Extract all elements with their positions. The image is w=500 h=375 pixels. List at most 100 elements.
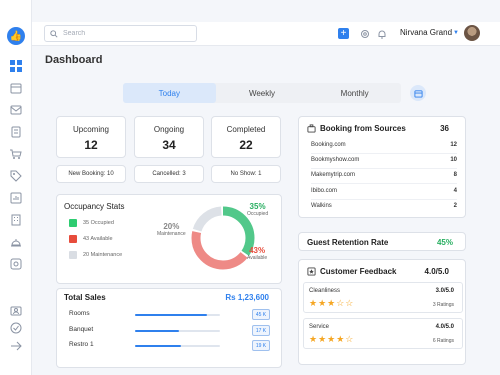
source-row[interactable]: Walkins 2 [311,200,457,215]
sales-bar-track [135,314,220,316]
calendar-icon[interactable] [9,81,23,95]
ongoing-value: 34 [162,138,176,152]
feedback-item[interactable]: Service 4.0/5.0 ★★★★☆ 6 Ratings [303,318,463,349]
sidebar: 👍 [0,0,32,375]
tab-monthly[interactable]: Monthly [308,83,401,103]
sales-title: Total Sales [64,293,106,302]
sales-row-label: Banquet [69,326,94,333]
sales-row: Banquet 17 K [69,325,274,337]
source-row[interactable]: Makemytrip.com 8 [311,169,457,185]
tag-icon[interactable] [9,169,23,183]
source-name: Makemytrip.com [311,172,356,179]
period-tabs: Today Weekly Monthly [123,83,401,103]
legend-swatch [69,235,77,243]
sales-row-label: Restro 1 [69,341,94,348]
source-row[interactable]: Ibibo.com 4 [311,185,457,200]
source-count: 4 [453,187,457,194]
upcoming-label: Upcoming [72,125,109,134]
bell-icon[interactable] [376,28,387,39]
total-sales-card: Total Sales Rs 1,23,600 Rooms 45 K Banquet… [56,288,282,368]
dashboard-icon[interactable] [9,59,23,73]
sources-header: Booking from Sources [307,124,406,133]
logout-arrow-icon[interactable] [9,339,23,353]
source-row[interactable]: Bookmyshow.com 10 [311,154,457,170]
sales-row-label: Rooms [69,310,90,317]
legend-label: 20 Maintenance [83,252,123,258]
building-icon[interactable] [9,213,23,227]
legend-swatch [69,251,77,259]
search-icon [50,25,58,43]
service-bell-icon[interactable] [9,235,23,249]
upcoming-value: 12 [84,138,98,152]
legend-label: 43 Available [83,236,113,242]
feedback-name: Cleanliness [309,288,341,294]
avatar[interactable] [464,25,480,41]
completed-value: 22 [239,138,253,152]
ongoing-card[interactable]: Ongoing 34 [134,116,204,158]
profile-card-icon[interactable] [9,304,23,318]
customer-feedback-card: Customer Feedback 4.0/5.0 Cleanliness 3.0… [298,259,466,365]
tab-weekly[interactable]: Weekly [216,83,309,103]
cancelled-badge[interactable]: Cancelled: 3 [134,165,204,183]
occupancy-card: Occupancy Stats 35 Occupied 43 Available… [56,194,282,284]
sales-total: Rs 1,23,600 [225,293,269,302]
legend-label: 35 Occupied [83,220,114,226]
no-show-badge[interactable]: No Show: 1 [211,165,281,183]
feedback-title: Customer Feedback [320,267,397,276]
mail-icon[interactable] [9,103,23,117]
report-icon[interactable] [9,191,23,205]
settings-icon[interactable] [9,257,23,271]
calendar-picker-button[interactable] [410,85,426,101]
upcoming-card[interactable]: Upcoming 12 [56,116,126,158]
user-name[interactable]: Nirvana Grand [400,28,452,37]
source-name: Booking.com [311,142,346,148]
completed-card[interactable]: Completed 22 [211,116,281,158]
source-row[interactable]: Booking.com 12 [311,139,457,154]
chevron-down-icon[interactable]: ▼ [453,30,459,36]
booking-sources-card: Booking from Sources 36 Booking.com 12 Boo… [298,116,466,218]
check-circle-icon[interactable] [9,321,23,335]
new-booking-badge[interactable]: New Booking: 10 [56,165,126,183]
source-count: 10 [450,157,457,164]
cart-icon[interactable] [9,147,23,161]
gear-icon[interactable] [359,28,370,39]
star-rating-icon: ★★★★☆ [309,334,355,344]
legend-occupied: 35 Occupied [69,219,114,227]
maintenance-name: Maintenance [157,231,186,237]
briefcase-icon [307,124,316,133]
completed-label: Completed [226,125,266,134]
sales-bar-track [135,345,220,347]
feedback-item[interactable]: Cleanliness 3.0/5.0 ★★★☆☆ 3 Ratings [303,282,463,313]
legend-available: 43 Available [69,235,113,243]
occupied-pct-label: 35% Occupied [247,203,268,217]
tab-today[interactable]: Today [123,83,216,103]
sales-value-badge: 19 K [252,340,270,351]
feedback-score: 4.0/5.0 [435,324,454,330]
feedback-overall: 4.0/5.0 [424,267,449,276]
source-name: Walkins [311,202,332,209]
star-rating-icon: ★★★☆☆ [309,298,355,308]
feedback-header: Customer Feedback [307,267,396,276]
sources-total: 36 [440,124,449,133]
source-name: Bookmyshow.com [311,157,360,164]
feedback-icon [307,267,316,276]
sales-bar-fill [135,314,208,316]
sales-bar-fill [135,345,181,347]
sales-row: Rooms 45 K [69,309,274,321]
search-input[interactable] [63,30,183,37]
document-icon[interactable] [9,125,23,139]
legend-maintenance: 20 Maintenance [69,251,122,259]
search-box[interactable] [44,25,197,42]
retention-card: Guest Retention Rate 45% [298,232,466,251]
feedback-score: 3.0/5.0 [435,288,454,294]
add-button[interactable]: + [338,28,349,39]
calendar-icon [413,89,423,98]
source-count: 12 [450,142,457,148]
retention-value: 45% [436,238,453,247]
available-pct: 43% [249,246,266,255]
retention-label: Guest Retention Rate [307,238,389,247]
ongoing-label: Ongoing [153,125,185,134]
maintenance-pct-label: 20% Maintenance [157,223,186,237]
source-name: Ibibo.com [311,187,338,194]
occupancy-title: Occupancy Stats [64,202,125,211]
